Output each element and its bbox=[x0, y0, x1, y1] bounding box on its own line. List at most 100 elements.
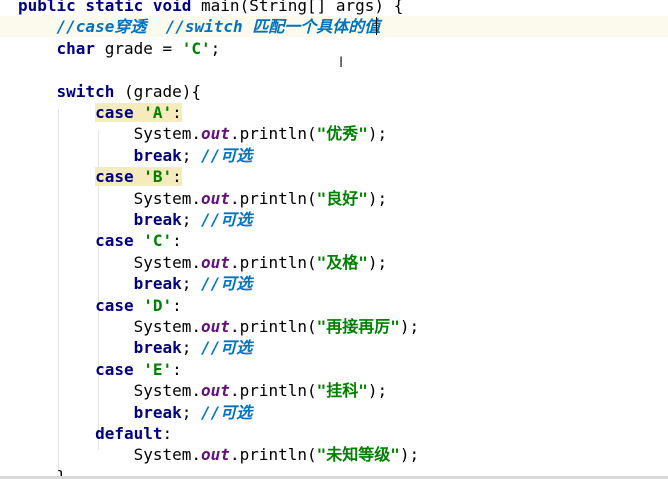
code-token: break bbox=[133, 210, 182, 229]
code-token: case bbox=[95, 295, 144, 315]
code-token: break bbox=[133, 145, 182, 165]
code-line-content: System.out.println("及格"); bbox=[18, 252, 388, 273]
code-token: 'C' bbox=[181, 38, 211, 58]
code-line-content: System.out.println("优秀"); bbox=[18, 123, 388, 144]
code-line[interactable]: default: bbox=[0, 423, 668, 444]
code-line[interactable]: char grade = 'C'; bbox=[0, 38, 668, 59]
code-line-content: System.out.println("再接再厉"); bbox=[18, 316, 420, 337]
code-editor[interactable]: public static void main(String[] args) {… bbox=[0, 0, 668, 479]
code-token: main(String[] args) { bbox=[201, 0, 404, 15]
code-token: .println( bbox=[229, 188, 317, 208]
code-token: break bbox=[133, 402, 182, 422]
code-line[interactable]: case 'D': bbox=[0, 295, 668, 316]
code-line[interactable]: System.out.println("良好"); bbox=[0, 188, 668, 209]
code-token: char bbox=[56, 38, 105, 58]
code-token: "良好" bbox=[316, 188, 368, 208]
code-token: "优秀" bbox=[316, 124, 368, 144]
code-token: System. bbox=[133, 445, 202, 465]
code-line[interactable]: break; //可选 bbox=[0, 337, 668, 358]
code-line-content: switch (grade){ bbox=[18, 81, 202, 102]
code-token: ; bbox=[181, 338, 202, 358]
code-token: ); bbox=[367, 381, 388, 401]
code-line-content: case 'A': bbox=[18, 102, 182, 123]
code-line[interactable]: System.out.println("未知等级"); bbox=[0, 444, 668, 465]
code-token: ; bbox=[210, 38, 221, 58]
code-line[interactable]: break; //可选 bbox=[0, 273, 668, 294]
code-token: //可选 bbox=[201, 274, 253, 294]
code-line[interactable]: break; //可选 bbox=[0, 402, 668, 423]
code-line[interactable]: //case穿透 //switch 匹配一个具体的值 bbox=[0, 16, 668, 38]
code-token: ; bbox=[181, 145, 202, 165]
code-line[interactable]: System.out.println("及格"); bbox=[0, 252, 668, 273]
code-token: System. bbox=[133, 124, 202, 144]
text-cursor-icon: I bbox=[339, 55, 344, 71]
code-line[interactable]: case 'E': bbox=[0, 359, 668, 380]
code-token: : bbox=[172, 103, 182, 122]
code-token: 'A' bbox=[143, 103, 173, 122]
code-token: .println( bbox=[229, 445, 317, 465]
code-token: ); bbox=[399, 445, 420, 465]
code-line[interactable]: break; //可选 bbox=[0, 145, 668, 166]
code-line[interactable]: System.out.println("再接再厉"); bbox=[0, 316, 668, 337]
code-token: //可选 bbox=[201, 402, 253, 422]
code-line-content: public static void main(String[] args) { bbox=[18, 0, 403, 16]
code-token: out bbox=[201, 445, 230, 465]
code-line[interactable] bbox=[0, 59, 668, 80]
code-line[interactable]: break; //可选 bbox=[0, 209, 668, 230]
code-token: System. bbox=[133, 381, 202, 401]
code-token: ; bbox=[181, 274, 202, 294]
code-line[interactable]: System.out.println("优秀"); bbox=[0, 123, 668, 144]
code-token: .println( bbox=[229, 252, 317, 272]
code-token: //可选 bbox=[201, 210, 253, 229]
code-line[interactable]: case 'A': bbox=[0, 102, 668, 123]
code-line[interactable]: public static void main(String[] args) { bbox=[0, 0, 668, 16]
code-token: //可选 bbox=[201, 338, 253, 358]
text-caret bbox=[376, 17, 377, 35]
code-line[interactable]: switch (grade){ bbox=[0, 81, 668, 102]
code-token: switch bbox=[56, 81, 124, 101]
code-token: out bbox=[201, 317, 230, 336]
code-line[interactable]: System.out.println("挂科"); bbox=[0, 380, 668, 401]
code-token: public static void bbox=[18, 0, 202, 15]
code-token: : bbox=[172, 295, 182, 315]
code-token: ); bbox=[367, 252, 388, 272]
code-token: : bbox=[172, 167, 182, 187]
code-line-content: break; //可选 bbox=[18, 145, 253, 166]
code-token: case bbox=[95, 167, 144, 187]
code-token: "及格" bbox=[316, 252, 368, 272]
code-token: "未知等级" bbox=[316, 445, 400, 465]
code-line-content: System.out.println("良好"); bbox=[18, 188, 388, 209]
code-token: "再接再厉" bbox=[316, 317, 400, 336]
code-line-content: case 'D': bbox=[18, 295, 182, 316]
code-token: (grade){ bbox=[123, 81, 202, 101]
code-token: : bbox=[172, 359, 182, 379]
code-token: : bbox=[162, 424, 173, 443]
code-token: 'E' bbox=[143, 359, 173, 379]
code-line-content: break; //可选 bbox=[18, 209, 253, 230]
code-token: ); bbox=[367, 124, 388, 144]
code-line-content: break; //可选 bbox=[18, 337, 253, 358]
code-line[interactable]: case 'C': bbox=[0, 230, 668, 251]
code-token: .println( bbox=[229, 381, 317, 401]
code-token: System. bbox=[133, 317, 202, 336]
code-line-content: case 'E': bbox=[18, 359, 182, 380]
code-line-content: case 'B': bbox=[18, 166, 182, 187]
code-line-content: System.out.println("挂科"); bbox=[18, 380, 388, 401]
code-line-content: break; //可选 bbox=[18, 402, 253, 423]
code-line[interactable]: case 'B': bbox=[0, 166, 668, 187]
code-token: case bbox=[95, 231, 144, 251]
code-token: 'B' bbox=[143, 167, 173, 187]
